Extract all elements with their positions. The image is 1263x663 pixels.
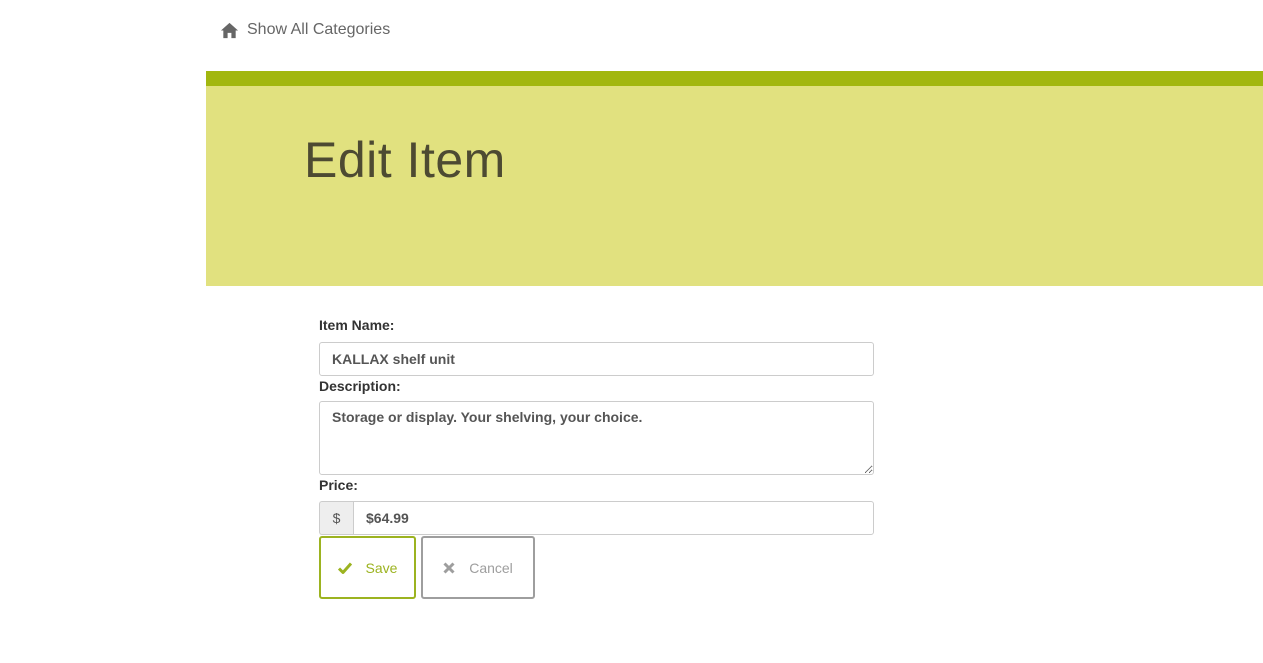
form-actions: Save Cancel — [319, 536, 874, 599]
save-button[interactable]: Save — [319, 536, 416, 599]
price-currency-addon: $ — [319, 501, 353, 535]
show-all-categories-link[interactable]: Show All Categories — [220, 18, 390, 42]
save-button-label: Save — [365, 559, 398, 576]
x-icon — [443, 561, 455, 574]
page-title: Edit Item — [304, 132, 506, 188]
show-all-categories-label: Show All Categories — [247, 21, 391, 38]
home-icon — [220, 21, 239, 40]
item-name-input[interactable] — [319, 342, 874, 376]
edit-item-form: Item Name: Description: Storage or displ… — [319, 316, 874, 599]
edit-item-page: Show All Categories Edit Item Item Name:… — [0, 0, 1263, 663]
cancel-button-label: Cancel — [469, 559, 513, 576]
price-input[interactable] — [353, 501, 874, 535]
item-name-label: Item Name: — [319, 317, 395, 333]
description-label: Description: — [319, 378, 401, 394]
price-input-group: $ — [319, 501, 874, 535]
price-label: Price: — [319, 477, 358, 493]
page-header: Edit Item — [206, 86, 1263, 286]
cancel-button[interactable]: Cancel — [421, 536, 535, 599]
description-textarea[interactable]: Storage or display. Your shelving, your … — [319, 401, 874, 475]
checkmark-icon — [337, 562, 352, 574]
header-accent-bar — [206, 71, 1263, 86]
